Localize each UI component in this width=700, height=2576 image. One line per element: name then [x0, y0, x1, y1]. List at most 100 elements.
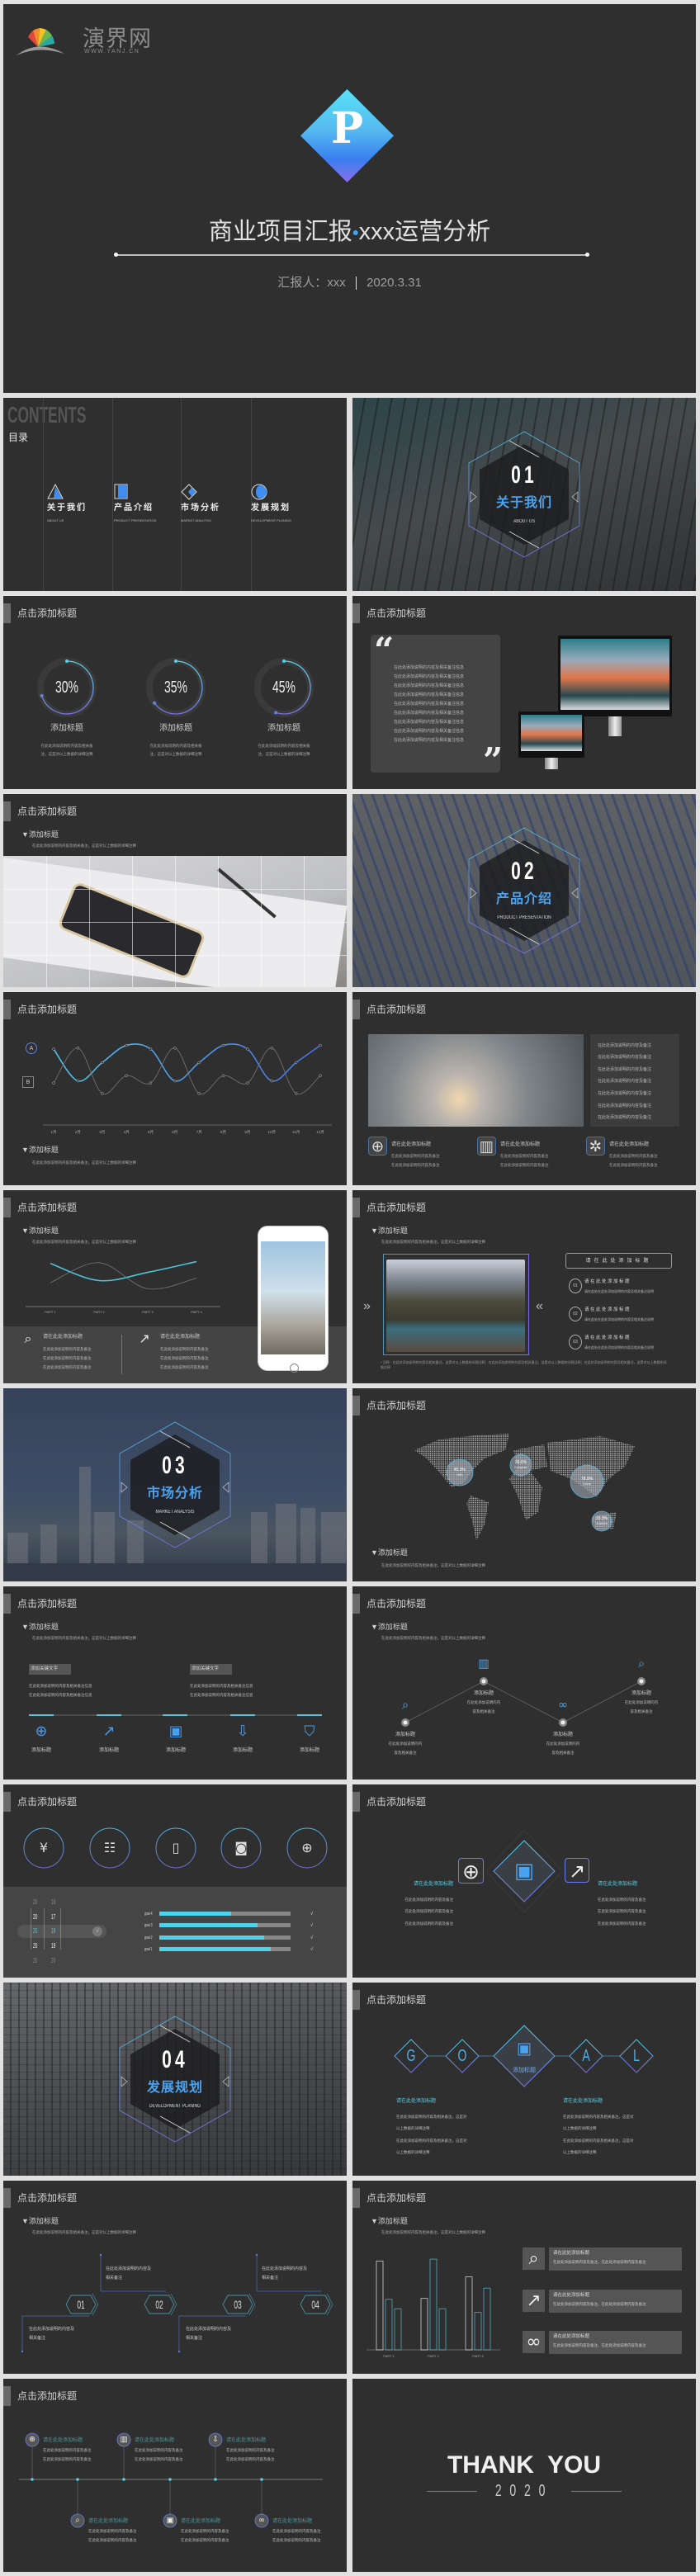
chart-growth-icon: ↗	[523, 2290, 545, 2312]
presentation-icon: ▣	[168, 1723, 183, 1740]
feature-title: 请在此处添加标题	[391, 1142, 432, 1147]
section-subtitle: ABOUT US	[513, 519, 535, 524]
ring-desc: 注，这是对以上数据的详细注释	[40, 751, 93, 756]
slide-photo-intro[interactable]: 点击添加标题 ▼添加标题 在此处添加说明的内容及相关备注，这是对以上数据的详细注释	[3, 794, 347, 987]
chevron-left-icon: «	[536, 1299, 543, 1313]
cover-title-sub: xxx运营分析	[358, 219, 491, 245]
gear-network-icon: ✲	[586, 1137, 605, 1156]
cover-slide[interactable]: 演界网 WWW.YANJ.CN P 商业项目汇报•xxx运营分析 汇报人：xxx…	[3, 4, 696, 393]
grid-line-horizontal	[3, 922, 347, 923]
goal-letter: G	[406, 2047, 416, 2065]
zigzag-node-core	[481, 1679, 486, 1684]
step-number: 04	[311, 2298, 319, 2311]
bubble-region: USA	[456, 1473, 463, 1477]
slide-goal-word[interactable]: 点击添加标题 G O A L ▣ 添加标题 请在此处添加标题 在此处添加说明的内容及相关备注，这…	[352, 1983, 696, 2176]
center-label: 添加标题	[513, 2067, 536, 2073]
thank-you-title: THANK YOU	[447, 2451, 602, 2479]
data-point-B	[52, 1081, 55, 1085]
slide-framed-photo[interactable]: 点击添加标题 ▼添加标题 在此处添加说明的内容及相关备注，这是对以上数据的详细注释 »…	[352, 1190, 696, 1383]
slide-rings[interactable]: 点击添加标题 30% 添加标题 在此处添加说明的内容及相关备 注，这是对以上数据的详细注…	[3, 596, 347, 789]
x-tick-label: 10月	[267, 1129, 277, 1134]
report-date: 2020.3.31	[367, 276, 422, 290]
globe-pin-icon: ⊕	[368, 1137, 387, 1156]
slide-section-04[interactable]: 04 发展规划 DEVELOPMENT PLANING	[3, 1983, 347, 2176]
column-desc: 以上数据的详细注释	[396, 2125, 430, 2130]
card-title: 请在此处添加标题	[553, 2293, 590, 2299]
quote-text-line: 在此处添加说明的内容及相关备注信息	[394, 728, 465, 734]
right-title: 请在此处添加标题	[598, 1882, 638, 1887]
triangle-icon	[47, 484, 64, 499]
slide-thank-you[interactable]: THANK YOU 2020	[352, 2379, 696, 2572]
meta-separator	[355, 277, 357, 291]
slide-world-map[interactable]: 点击添加标题 45.9% USA 30.6% European 78.9% China 20.…	[352, 1388, 696, 1581]
slide-goals-progress[interactable]: 点击添加标题 ¥ ☷ ▯ ◙ ⊕ √ 20 16 20 17 20 18 20 19 20 20 goal 4 √ g…	[3, 1784, 347, 1978]
bar-series-2	[474, 2312, 482, 2351]
slide-diamond-center[interactable]: 点击添加标题 ▣ ⊕ ↗ 请在此处添加标题 请在此处添加标题 在此处添加说明的内容及备注 在此…	[352, 1784, 696, 1978]
slide-graphics	[119, 2016, 231, 2143]
timeline-desc: 在此处添加说明的内容及备注	[135, 2447, 183, 2452]
diamond-fill	[188, 488, 196, 496]
x-tick-label: PART 4	[191, 1310, 202, 1314]
subtitle-description: 在此处添加说明的内容及相关备注，这是对以上数据的详细注释	[381, 1239, 485, 1244]
timeline-dot	[260, 2478, 263, 2481]
bubble-percentage: 45.9%	[453, 1467, 466, 1472]
slide-graphics	[468, 827, 580, 954]
slide-timeline[interactable]: 点击添加标题 ⊕ 请在此处添加标题 在此处添加说明的内容及备注 在此处添加说明的内容及备…	[3, 2379, 347, 2572]
timeline-desc: 在此处添加说明的内容及备注	[135, 2456, 183, 2461]
panel-text-line: 在此处添加说明的内容及备注	[598, 1055, 652, 1061]
contents-item-subtitle: ABOUT US	[47, 518, 64, 522]
slide-section-01[interactable]: 01 关于我们 ABOUT US	[352, 398, 696, 591]
chart-growth-icon: ↗	[565, 1858, 589, 1883]
slide-zigzag[interactable]: 点击添加标题 ▼添加标题 在此处添加说明的内容及相关备注，这是对以上数据的详细注释 ⌕…	[352, 1586, 696, 1780]
data-point-A	[319, 1043, 322, 1047]
slide-keyword-timeline[interactable]: 点击添加标题 ▼添加标题 在此处添加说明的内容及相关备注，这是对以上数据的详细注释添…	[3, 1586, 347, 1780]
section-subtitle: DEVELOPMENT PLANING	[149, 2104, 201, 2109]
data-point-B	[319, 1074, 322, 1078]
slide-quote[interactable]: 点击添加标题 “ ” 在此处添加说明的内容及相关备注信息 在此处添加说明的内容及相关备注…	[352, 596, 696, 789]
keyword-desc: 在此处添加说明的内容及相关备注信息	[190, 1692, 253, 1697]
slide-line-chart[interactable]: 点击添加标题 1月 2月 3月 4月 5月 6月 7月 8月 9月 10月 11月 12月 A B ▼添加标题…	[3, 992, 347, 1185]
year-suffix[interactable]: 19	[51, 1943, 55, 1950]
slide-phone-chart[interactable]: 点击添加标题 ▼添加标题 在此处添加说明的内容及相关备注，这是对以上数据的详细注释 P…	[3, 1190, 347, 1383]
x-tick-label: 11月	[292, 1129, 300, 1134]
contact-book-icon: ☷	[103, 1840, 116, 1855]
divider-dot-left	[114, 253, 118, 257]
slide-product-tech[interactable]: 点击添加标题 在此处添加说明的内容及备注 在此处添加说明的内容及备注 在此处添加说明的…	[352, 992, 696, 1185]
column-title: 请在此处添加标题	[563, 2099, 603, 2104]
year-suffix[interactable]: 17	[51, 1914, 55, 1921]
timeline-desc: 在此处添加说明的内容及备注	[272, 2528, 321, 2533]
slide-section-02[interactable]: 02 产品介绍 PRODUCT PRESENTATION	[352, 794, 696, 987]
title-accent-bar	[352, 603, 360, 623]
slide-contents[interactable]: CONTENTS 目录 关于我们 ABOUT US 产品介绍 PRODUCT PRESEN…	[3, 398, 347, 591]
bar-series-1	[420, 2298, 428, 2351]
feature-desc: 在此处添加说明的内容及备注	[160, 1364, 209, 1369]
contents-heading: CONTENTS	[7, 402, 87, 428]
slide-title: 点击添加标题	[17, 806, 78, 817]
quote-text-line: 在此处添加说明的内容及相关备注信息	[394, 674, 465, 679]
timeline-label: 添加标题	[98, 1748, 119, 1753]
zigzag-desc: 在此处添加说明的内	[624, 1699, 659, 1704]
year-suffix[interactable]: 16	[51, 1899, 55, 1906]
slide-section-03[interactable]: 03 市场分析 MARKET ANALYSIS	[3, 1388, 347, 1581]
cover-title-main: 商业项目汇报	[208, 219, 352, 245]
year-suffix[interactable]: 20	[51, 1958, 55, 1964]
ring-desc: 注，这是对以上数据的详细注释	[149, 751, 202, 756]
feature-title: 请在此处添加标题	[500, 1142, 541, 1147]
left-desc: 在此处添加说明的内容及备注	[404, 1921, 454, 1926]
monitor-stand	[608, 716, 622, 736]
year-suffix[interactable]: 18	[51, 1928, 55, 1935]
bubble-percentage: 20.3%	[595, 1515, 608, 1521]
bubble-percentage: 78.9%	[580, 1476, 594, 1482]
slide-hex-steps[interactable]: 点击添加标题 ▼添加标题 在此处添加说明的内容及相关备注，这是对以上数据的详细注释 0…	[3, 2181, 347, 2374]
chart-growth-icon: ↗	[102, 1723, 116, 1740]
reporter-label: 汇报人：xxx	[277, 276, 346, 290]
slide-graphics	[394, 2025, 654, 2087]
bar-series-1	[465, 2276, 473, 2351]
x-tick-label: 5月	[147, 1129, 154, 1134]
data-point-B	[173, 1046, 177, 1050]
year-prefix: 20	[33, 1913, 38, 1921]
cover-logo-letter: P	[330, 103, 364, 154]
section-title: 发展规划	[146, 2081, 203, 2095]
slide-bar-chart[interactable]: 点击添加标题 ▼添加标题 在此处添加说明的内容及相关备注，这是对以上数据的详细注释 P…	[352, 2181, 696, 2374]
column-divider	[43, 398, 44, 591]
